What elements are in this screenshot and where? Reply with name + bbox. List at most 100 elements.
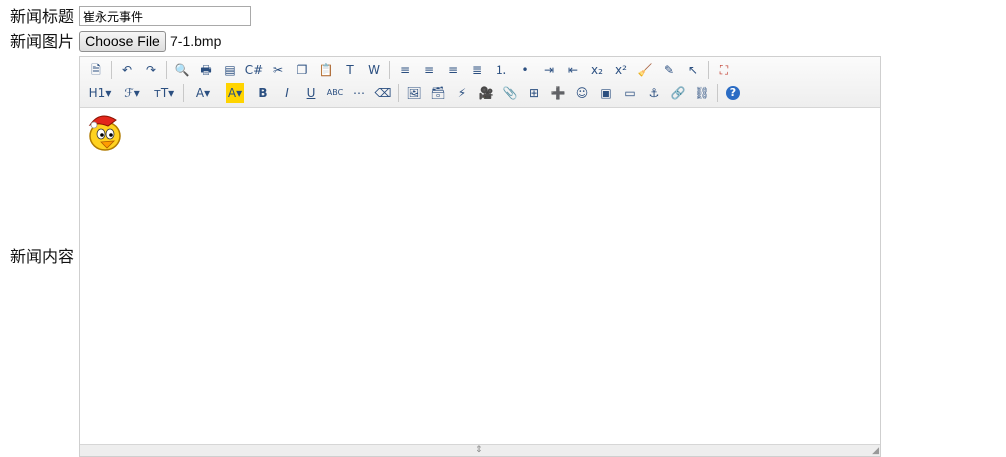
align-left-icon[interactable]: ≡ [395, 60, 415, 80]
subscript-icon[interactable]: x₂ [587, 60, 607, 80]
cut-icon[interactable]: ✂ [268, 60, 288, 80]
mascot-emoticon-icon [88, 115, 121, 151]
align-right-glyph: ≡ [447, 63, 459, 77]
align-right-icon[interactable]: ≡ [443, 60, 463, 80]
highlight-color-icon[interactable]: A▾ [221, 83, 249, 103]
insert-line-icon[interactable]: ➕ [548, 83, 568, 103]
undo-glyph: ↶ [121, 63, 133, 77]
underline-icon[interactable]: U [301, 83, 321, 103]
attachment-icon[interactable]: 📎 [500, 83, 520, 103]
select-all-glyph: ✎ [663, 63, 675, 77]
italic-icon[interactable]: I [277, 83, 297, 103]
font-family-glyph: ℱ▾ [124, 86, 140, 100]
news-title-label: 新闻标题 [10, 7, 75, 26]
superscript-icon[interactable]: x² [611, 60, 631, 80]
source-glyph: 🗎 [91, 63, 101, 77]
strikethrough-icon[interactable]: ABC [325, 83, 345, 103]
underline-glyph: U [306, 86, 316, 100]
image-manager-icon[interactable]: ▣ [596, 83, 616, 103]
page-break-icon[interactable]: ▭ [620, 83, 640, 103]
news-title-input[interactable] [79, 6, 251, 26]
news-content-label: 新闻内容 [10, 247, 75, 266]
unordered-list-icon[interactable]: • [515, 60, 535, 80]
attachment-glyph: 📎 [502, 86, 518, 100]
preview-icon[interactable]: 🔍 [172, 60, 192, 80]
copy-glyph: ❐ [296, 63, 308, 77]
editor-toolbar: 🗎 ↶ ↷ 🔍 🖶 ▤ C# ✂ ❐ 📋 T W ≡ ≡ ≡ ≣ ⒈ • ⇥ ⇤ x₂ x² 🧹 ✎ ↖ ⛶ H1▾ ℱ▾ тT▾ A▾… [80, 57, 880, 108]
font-size-glyph: тT▾ [153, 86, 175, 100]
page-break-glyph: ▭ [624, 86, 636, 100]
insert-multi-image-icon[interactable]: 🗃 [428, 83, 448, 103]
align-left-glyph: ≡ [399, 63, 411, 77]
selected-file-name: 7-1.bmp [170, 33, 222, 49]
paste-icon[interactable]: 📋 [316, 60, 336, 80]
help-icon[interactable]: ? [723, 83, 743, 103]
redo-icon[interactable]: ↷ [141, 60, 161, 80]
print-glyph: 🖶 [200, 63, 212, 77]
preview-glyph: 🔍 [174, 63, 190, 77]
fullscreen-icon[interactable]: ⛶ [714, 60, 734, 80]
anchor-icon[interactable]: ⚓ [644, 83, 664, 103]
font-color-icon[interactable]: A▾ [189, 83, 217, 103]
bold-icon[interactable]: B [253, 83, 273, 103]
cut-glyph: ✂ [272, 63, 284, 77]
undo-icon[interactable]: ↶ [117, 60, 137, 80]
copy-icon[interactable]: ❐ [292, 60, 312, 80]
outdent-icon[interactable]: ⇤ [563, 60, 583, 80]
emoticon-icon[interactable]: ☺ [572, 83, 592, 103]
bold-glyph: B [258, 86, 268, 100]
insert-media-icon[interactable]: 🎥 [476, 83, 496, 103]
image-manager-glyph: ▣ [600, 86, 612, 100]
unlink-icon[interactable]: ⛓ [692, 83, 712, 103]
highlight-color-glyph: A▾ [225, 83, 245, 103]
insert-multi-image-glyph: 🗃 [430, 86, 446, 100]
align-center-icon[interactable]: ≡ [419, 60, 439, 80]
clear-format-glyph: 🧹 [637, 63, 653, 77]
paste-word-icon[interactable]: W [364, 60, 384, 80]
eraser-glyph: ⌫ [374, 86, 392, 100]
ordered-list-icon[interactable]: ⒈ [491, 60, 511, 80]
template-glyph: ▤ [224, 63, 236, 77]
template-icon[interactable]: ▤ [220, 60, 240, 80]
editor-resize-bar[interactable]: ⇕ ◢ [80, 444, 880, 456]
choose-file-button[interactable]: Choose File [79, 31, 166, 52]
source-icon[interactable]: 🗎 [86, 60, 106, 80]
subscript-glyph: x₂ [591, 63, 603, 77]
horizontal-rule-icon[interactable]: ⋯ [349, 83, 369, 103]
toolbar-separator [111, 61, 112, 79]
clear-format-icon[interactable]: 🧹 [635, 60, 655, 80]
align-center-glyph: ≡ [423, 63, 435, 77]
paste-glyph: 📋 [318, 63, 334, 77]
select-all-icon[interactable]: ✎ [659, 60, 679, 80]
eraser-icon[interactable]: ⌫ [373, 83, 393, 103]
font-family-icon[interactable]: ℱ▾ [118, 83, 146, 103]
justify-icon[interactable]: ≣ [467, 60, 487, 80]
font-size-icon[interactable]: тT▾ [150, 83, 178, 103]
link-glyph: 🔗 [670, 86, 686, 100]
editor-content-area[interactable] [80, 108, 880, 445]
toolbar-separator [166, 61, 167, 79]
heading-glyph: H1▾ [88, 86, 112, 100]
resize-handle-icon[interactable]: ⇕ [475, 445, 483, 455]
paste-text-glyph: T [346, 63, 354, 77]
corner-grip-icon[interactable]: ◢ [872, 446, 879, 456]
link-icon[interactable]: 🔗 [668, 83, 688, 103]
code-icon[interactable]: C# [244, 60, 264, 80]
help-glyph: ? [726, 86, 740, 100]
insert-media-glyph: 🎥 [478, 86, 494, 100]
justify-glyph: ≣ [471, 63, 483, 77]
heading-icon[interactable]: H1▾ [86, 83, 114, 103]
paste-text-icon[interactable]: T [340, 60, 360, 80]
indent-glyph: ⇥ [543, 63, 555, 77]
insert-flash-icon[interactable]: ⚡ [452, 83, 472, 103]
print-icon[interactable]: 🖶 [196, 60, 216, 80]
cursor-icon[interactable]: ↖ [683, 60, 703, 80]
insert-flash-glyph: ⚡ [457, 86, 467, 100]
toolbar-separator [708, 61, 709, 79]
insert-image-icon[interactable]: 🖼 [404, 83, 424, 103]
rich-text-editor: 🗎 ↶ ↷ 🔍 🖶 ▤ C# ✂ ❐ 📋 T W ≡ ≡ ≡ ≣ ⒈ • ⇥ ⇤ x₂ x² 🧹 ✎ ↖ ⛶ H1▾ ℱ▾ тT▾ A▾… [79, 56, 881, 457]
paste-word-glyph: W [368, 63, 380, 77]
indent-icon[interactable]: ⇥ [539, 60, 559, 80]
table-glyph: ⊞ [528, 86, 540, 100]
table-icon[interactable]: ⊞ [524, 83, 544, 103]
